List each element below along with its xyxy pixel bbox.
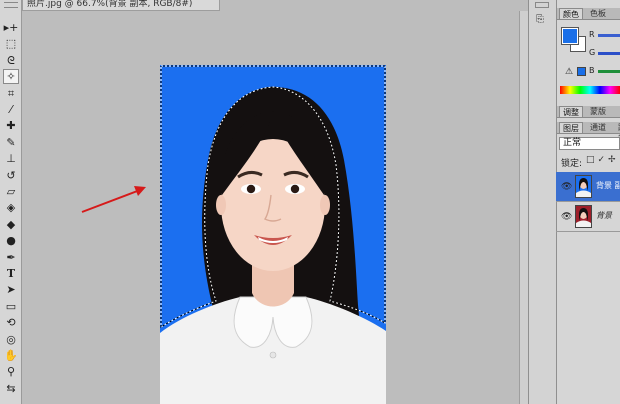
path-selection-icon[interactable]: ➤	[3, 282, 19, 297]
shape-icon[interactable]: ▭	[3, 299, 19, 314]
tab-masks[interactable]: 蒙版	[587, 106, 609, 117]
tab-layers[interactable]: 图层	[559, 122, 583, 133]
gamut-swatch[interactable]	[577, 67, 586, 76]
layer-thumbnail	[575, 205, 592, 228]
red-channel-label: R	[589, 30, 595, 39]
color-spectrum-bar[interactable]	[560, 86, 620, 94]
eraser-icon[interactable]: ▱	[3, 184, 19, 199]
collapsed-dock: ⎘	[528, 0, 556, 404]
healing-brush-icon[interactable]: ✚	[3, 118, 19, 133]
color-panel-tabs: 颜色 色板	[557, 8, 620, 20]
lasso-icon[interactable]: ᘓ	[3, 53, 19, 68]
foreground-color-swatch[interactable]	[561, 27, 579, 45]
adjust-panel-tabs: 调整 蒙版	[557, 106, 620, 118]
marching-ants-dark	[160, 65, 386, 328]
pen-icon[interactable]: ✒	[3, 250, 19, 265]
blend-mode-select[interactable]: 正常	[559, 137, 620, 150]
document-title: 照片.jpg @ 66.7%(背景 副本, RGB/8#)	[27, 0, 193, 9]
gamut-warning-icon[interactable]: ⚠	[565, 67, 573, 77]
crop-icon[interactable]: ⌗	[3, 86, 19, 101]
layer-row-background[interactable]: 👁 背景	[556, 202, 620, 232]
tab-swatches[interactable]: 色板	[587, 8, 609, 19]
green-channel-label: G	[589, 48, 596, 57]
visibility-eye-icon[interactable]: 👁	[561, 212, 572, 222]
history-brush-icon[interactable]: ↺	[3, 168, 19, 183]
layer-thumbnail	[575, 175, 592, 198]
marquee-icon[interactable]: ⬚	[3, 36, 19, 51]
dodge-icon[interactable]: ●	[3, 233, 19, 248]
blue-channel-label: B	[589, 66, 595, 75]
3d-rotate-icon[interactable]: ⟲	[3, 315, 19, 330]
move-icon[interactable]: ▸+	[3, 20, 19, 35]
eyedropper-icon[interactable]: ⁄	[3, 102, 19, 117]
green-channel-slider[interactable]	[598, 52, 620, 55]
layer-row-background-copy[interactable]: 👁 背景 副本	[556, 172, 620, 202]
lock-options-icons[interactable]: □✓✢	[586, 155, 619, 165]
document-tab[interactable]: 照片.jpg @ 66.7%(背景 副本, RGB/8#)	[22, 0, 220, 11]
brush-icon[interactable]: ✎	[3, 135, 19, 150]
layers-panel-tabs: 图层 通道 路径	[557, 122, 620, 143]
layer-thumbnail-portrait	[576, 208, 591, 227]
layer-name[interactable]: 背景	[596, 210, 612, 221]
3d-orbit-icon[interactable]: ◎	[3, 332, 19, 347]
canvas-scrollbar[interactable]	[519, 11, 528, 404]
selection-outline	[160, 65, 386, 328]
panel-grip[interactable]	[4, 2, 18, 8]
photoshop-window: ▸+ ⬚ ᘓ ✧ ⌗ ⁄ ✚ ✎ ⊥ ↺ ▱ ◈ ◆ ● ✒ T ➤ ▭ ⟲ ◎ ✋ ⚲ ⇆ 照片.jpg @ 66.7%(…	[0, 0, 620, 404]
layer-name[interactable]: 背景 副本	[596, 180, 620, 191]
marching-ants	[160, 65, 386, 328]
tab-adjustments[interactable]: 调整	[559, 106, 583, 117]
blue-channel-slider[interactable]	[598, 70, 620, 73]
type-icon[interactable]: T	[3, 266, 19, 281]
visibility-eye-icon[interactable]: 👁	[561, 182, 572, 192]
tools-panel: ▸+ ⬚ ᘓ ✧ ⌗ ⁄ ✚ ✎ ⊥ ↺ ▱ ◈ ◆ ● ✒ T ➤ ▭ ⟲ ◎ ✋ ⚲ ⇆	[0, 0, 22, 404]
history-icon[interactable]: ⎘	[536, 14, 544, 25]
blur-icon[interactable]: ◆	[3, 217, 19, 232]
tab-paths[interactable]: 路径	[615, 122, 620, 143]
magic-wand-icon[interactable]: ✧	[3, 69, 19, 85]
hand-icon[interactable]: ✋	[3, 348, 19, 363]
tab-color[interactable]: 颜色	[559, 8, 583, 19]
red-channel-slider[interactable]	[598, 34, 620, 37]
dock-collapse-button[interactable]	[535, 2, 549, 8]
zoom-icon[interactable]: ⚲	[3, 364, 19, 379]
lock-label: 锁定:	[561, 159, 583, 169]
swap-colors-icon[interactable]: ⇆	[3, 381, 19, 396]
layer-thumbnail-portrait	[576, 178, 591, 197]
tab-channels[interactable]: 通道	[587, 122, 609, 133]
paint-bucket-icon[interactable]: ◈	[3, 200, 19, 215]
clone-stamp-icon[interactable]: ⊥	[3, 151, 19, 166]
